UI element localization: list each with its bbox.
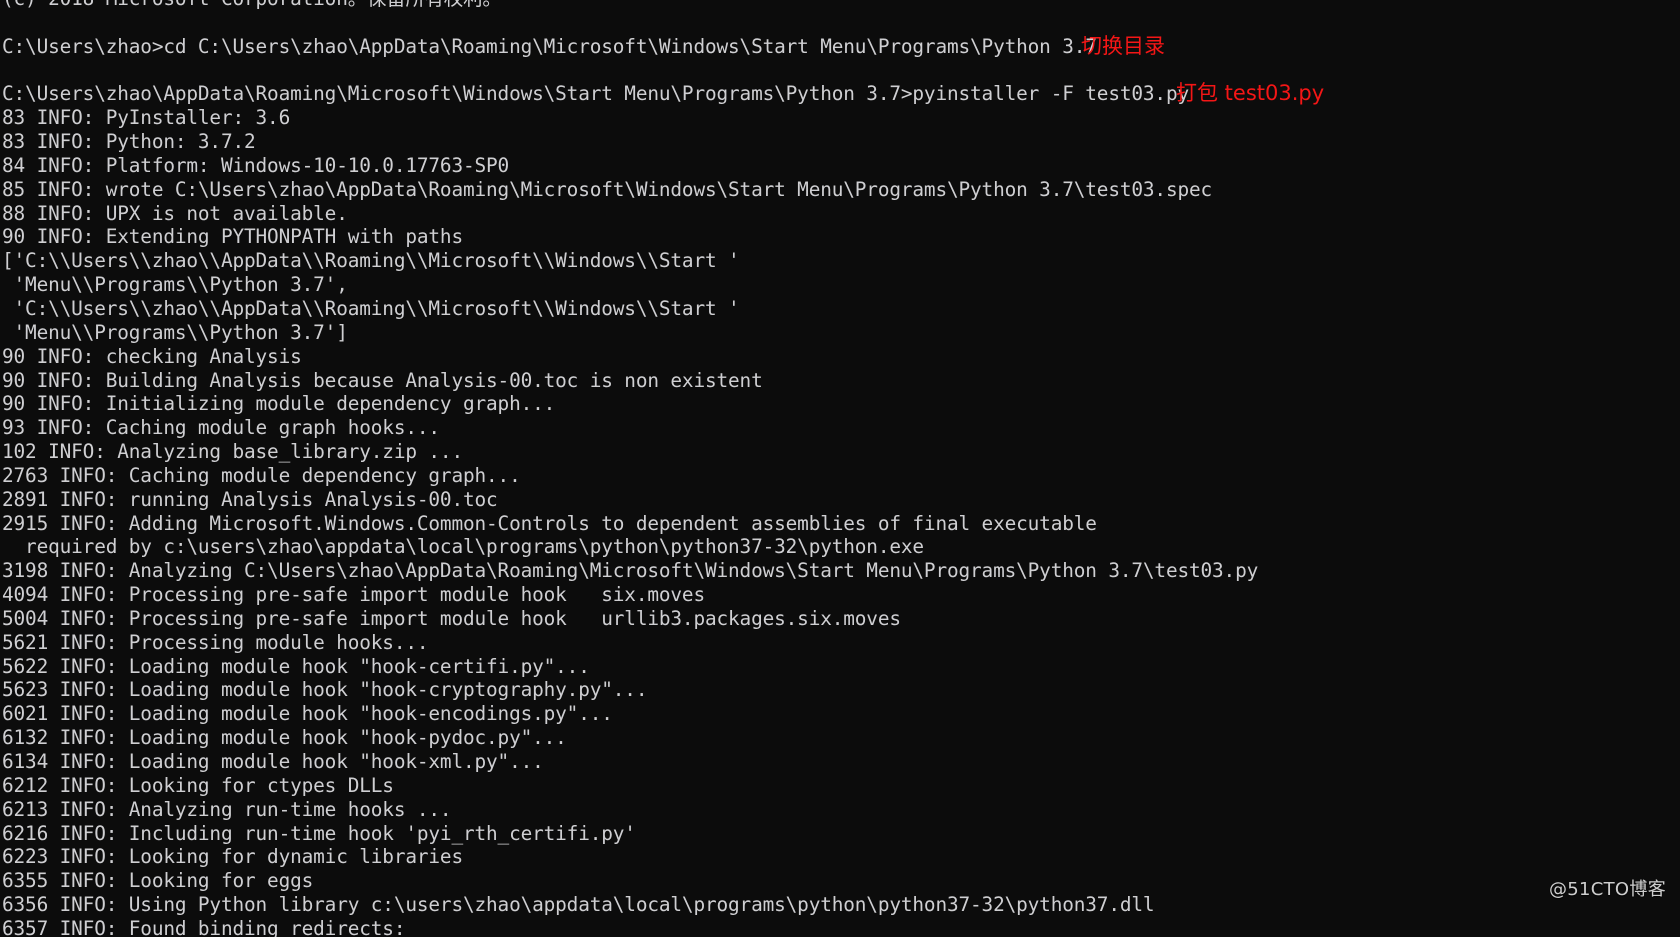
console-line-text: 6355 INFO: Looking for eggs [2,869,314,893]
console-line: 4094 INFO: Processing pre-safe import mo… [2,583,1680,607]
console-line-text: C:\Users\zhao>cd C:\Users\zhao\AppData\R… [2,34,1097,58]
console-line-text: 102 INFO: Analyzing base_library.zip ... [2,440,463,464]
console-line: required by c:\users\zhao\appdata\local\… [2,535,1680,559]
console-line: 6216 INFO: Including run-time hook 'pyi_… [2,822,1680,846]
console-line-text: 6216 INFO: Including run-time hook 'pyi_… [2,821,636,845]
console-line-text: (c) 2018 Microsoft Corporation。保留所有权利。 [2,0,502,10]
console-line: 90 INFO: Initializing module dependency … [2,392,1680,416]
console-line: 'Menu\\Programs\\Python 3.7', [2,273,1680,297]
console-line-text: 6213 INFO: Analyzing run-time hooks ... [2,797,452,821]
console-line-text: 2915 INFO: Adding Microsoft.Windows.Comm… [2,511,1097,535]
console-line-text: 5622 INFO: Loading module hook "hook-cer… [2,654,590,678]
console-line-text: 6021 INFO: Loading module hook "hook-enc… [2,702,613,726]
console-line: 93 INFO: Caching module graph hooks... [2,416,1680,440]
console-line: 'C:\\Users\\zhao\\AppData\\Roaming\\Micr… [2,297,1680,321]
console-line: 90 INFO: Extending PYTHONPATH with paths [2,225,1680,249]
console-line: 5004 INFO: Processing pre-safe import mo… [2,607,1680,631]
console-line-text: 5621 INFO: Processing module hooks... [2,630,429,654]
console-line-text: 93 INFO: Caching module graph hooks... [2,416,440,440]
console-line: 88 INFO: UPX is not available. [2,202,1680,226]
console-line: 85 INFO: wrote C:\Users\zhao\AppData\Roa… [2,178,1680,202]
console-output[interactable]: (c) 2018 Microsoft Corporation。保留所有权利。 C:… [0,0,1680,937]
console-line-text: 4094 INFO: Processing pre-safe import mo… [2,583,705,607]
console-line: 2891 INFO: running Analysis Analysis-00.… [2,488,1680,512]
console-line: 84 INFO: Platform: Windows-10-10.0.17763… [2,154,1680,178]
console-line-text: 90 INFO: checking Analysis [2,344,302,368]
console-line-text: 5623 INFO: Loading module hook "hook-cry… [2,678,648,702]
console-line-text: C:\Users\zhao\AppData\Roaming\Microsoft\… [2,82,1189,106]
console-line-text: 6356 INFO: Using Python library c:\users… [2,893,1155,917]
console-line-text: 6212 INFO: Looking for ctypes DLLs [2,773,394,797]
console-line-text: 'C:\\Users\\zhao\\AppData\\Roaming\\Micr… [2,296,740,320]
console-line: ['C:\\Users\\zhao\\AppData\\Roaming\\Mic… [2,249,1680,273]
console-line: 2763 INFO: Caching module dependency gra… [2,464,1680,488]
console-line-text: 6357 INFO: Found binding redirects: [2,916,406,937]
console-line-text: 90 INFO: Initializing module dependency … [2,392,556,416]
console-line-text: 85 INFO: wrote C:\Users\zhao\AppData\Roa… [2,177,1213,201]
console-line-text: 2891 INFO: running Analysis Analysis-00.… [2,487,498,511]
console-line: 6021 INFO: Loading module hook "hook-enc… [2,702,1680,726]
console-line: 6132 INFO: Loading module hook "hook-pyd… [2,726,1680,750]
console-line: 6212 INFO: Looking for ctypes DLLs [2,774,1680,798]
watermark: @51CTO博客 [1548,879,1666,900]
console-line-text: 6132 INFO: Loading module hook "hook-pyd… [2,726,567,750]
red-annotation-label: 打包 test03.py [1176,81,1325,106]
console-line: 6223 INFO: Looking for dynamic libraries [2,845,1680,869]
console-line: 6213 INFO: Analyzing run-time hooks ... [2,798,1680,822]
console-line: 5622 INFO: Loading module hook "hook-cer… [2,655,1680,679]
console-line-text: 83 INFO: PyInstaller: 3.6 [2,106,291,130]
console-line: 83 INFO: PyInstaller: 3.6 [2,106,1680,130]
console-line: 83 INFO: Python: 3.7.2 [2,130,1680,154]
console-line: (c) 2018 Microsoft Corporation。保留所有权利。 [2,0,1680,11]
console-line: 6357 INFO: Found binding redirects: [2,917,1680,937]
console-line: 102 INFO: Analyzing base_library.zip ... [2,440,1680,464]
console-line-text: 90 INFO: Extending PYTHONPATH with paths [2,225,463,249]
console-line: 'Menu\\Programs\\Python 3.7'] [2,321,1680,345]
console-line-text: required by c:\users\zhao\appdata\local\… [2,535,924,559]
console-line: 90 INFO: Building Analysis because Analy… [2,369,1680,393]
console-line-text: ['C:\\Users\\zhao\\AppData\\Roaming\\Mic… [2,249,740,273]
console-line-text: 'Menu\\Programs\\Python 3.7'] [2,320,348,344]
console-line: C:\Users\zhao>cd C:\Users\zhao\AppData\R… [2,33,1680,59]
console-line: 2915 INFO: Adding Microsoft.Windows.Comm… [2,512,1680,536]
console-line: C:\Users\zhao\AppData\Roaming\Microsoft\… [2,82,1680,106]
console-line: 5621 INFO: Processing module hooks... [2,631,1680,655]
console-line-text: 3198 INFO: Analyzing C:\Users\zhao\AppDa… [2,559,1259,583]
console-line-text: 88 INFO: UPX is not available. [2,201,348,225]
console-line: 90 INFO: checking Analysis [2,345,1680,369]
terminal-window: (c) 2018 Microsoft Corporation。保留所有权利。 C:… [0,0,1680,937]
console-line: 6356 INFO: Using Python library c:\users… [2,893,1680,917]
console-line-text: 2763 INFO: Caching module dependency gra… [2,463,521,487]
console-line: 3198 INFO: Analyzing C:\Users\zhao\AppDa… [2,559,1680,583]
console-line-text: 83 INFO: Python: 3.7.2 [2,130,256,154]
console-line-text: 84 INFO: Platform: Windows-10-10.0.17763… [2,153,510,177]
console-line-text: 6223 INFO: Looking for dynamic libraries [2,845,463,869]
red-annotation-label: 切换目录 [1081,33,1165,58]
console-line: 6355 INFO: Looking for eggs [2,869,1680,893]
console-line-text: 6134 INFO: Loading module hook "hook-xml… [2,750,544,773]
console-line-text: 5004 INFO: Processing pre-safe import mo… [2,606,901,630]
console-line-text: 90 INFO: Building Analysis because Analy… [2,368,763,392]
console-line-text: 'Menu\\Programs\\Python 3.7', [2,273,348,297]
console-line: 5623 INFO: Loading module hook "hook-cry… [2,678,1680,702]
console-line: 6134 INFO: Loading module hook "hook-xml… [2,750,1680,774]
